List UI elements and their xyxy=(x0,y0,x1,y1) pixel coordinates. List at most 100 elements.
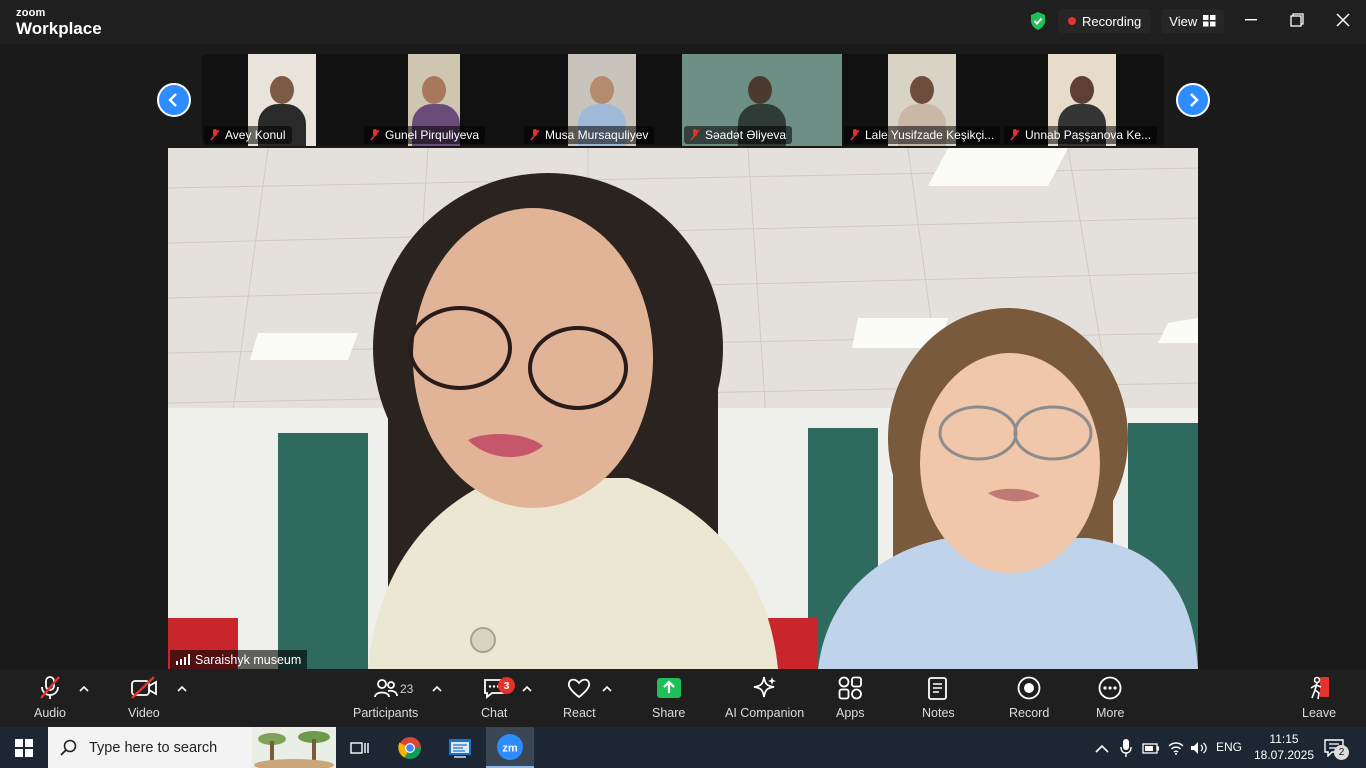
muted-mic-icon xyxy=(370,129,380,141)
participant-tile[interactable]: Musa Mursaquliyev xyxy=(522,54,682,146)
windows-logo-icon xyxy=(15,738,33,757)
more-icon xyxy=(1098,676,1122,700)
more-label: More xyxy=(1096,706,1125,720)
speaker-volume-icon xyxy=(1191,742,1207,754)
participant-tile[interactable]: Lale Yusifzade Keşikçi... xyxy=(842,54,1002,146)
audio-button[interactable]: Audio xyxy=(34,675,66,723)
heart-icon xyxy=(568,678,591,699)
wifi-icon xyxy=(1168,742,1184,755)
restore-button[interactable] xyxy=(1274,0,1320,40)
minimize-button[interactable] xyxy=(1228,0,1274,40)
input-language-indicator[interactable]: ENG xyxy=(1216,740,1242,754)
minimize-icon xyxy=(1245,19,1257,21)
react-label: React xyxy=(563,706,596,720)
notes-label: Notes xyxy=(922,706,955,720)
muted-mic-icon xyxy=(850,129,860,141)
muted-mic-icon xyxy=(690,129,700,141)
chrome-taskbar-button[interactable] xyxy=(386,727,434,768)
view-button[interactable]: View xyxy=(1161,9,1225,33)
close-button[interactable] xyxy=(1320,0,1366,40)
gallery-next-button[interactable] xyxy=(1176,83,1210,117)
battery-icon xyxy=(1142,743,1159,754)
restore-icon xyxy=(1290,13,1304,27)
app-taskbar-button[interactable] xyxy=(436,727,484,768)
taskbar-clock[interactable]: 11:15 18.07.2025 xyxy=(1252,731,1316,763)
volume-tray-icon[interactable] xyxy=(1190,739,1208,757)
chat-unread-badge: 3 xyxy=(498,677,515,694)
leave-button[interactable]: Leave xyxy=(1302,675,1336,723)
participant-tile[interactable]: Gunel Pirquliyeva xyxy=(362,54,522,146)
title-bar: zoom Workplace Recording View xyxy=(0,0,1366,44)
record-icon xyxy=(1017,676,1041,700)
close-icon xyxy=(1336,13,1350,27)
apps-icon xyxy=(838,676,863,700)
sparkle-icon xyxy=(753,676,776,698)
clock-time: 11:15 xyxy=(1269,732,1299,746)
search-highlight-illustration xyxy=(252,727,336,768)
share-label: Share xyxy=(652,706,686,720)
meeting-toolbar: Audio Video Participants Chat React Shar… xyxy=(0,669,1366,727)
participant-name: Unnab Paşşanova Ke... xyxy=(1025,128,1152,142)
video-frame xyxy=(168,148,1198,669)
audio-options-caret-icon[interactable] xyxy=(79,685,89,693)
speaker-name-label: Saraishyk museum xyxy=(170,650,308,669)
video-button[interactable]: Video xyxy=(128,675,160,723)
apps-label: Apps xyxy=(836,706,865,720)
participants-count: 23 xyxy=(400,682,414,696)
notification-count-badge: 2 xyxy=(1334,745,1349,760)
video-options-caret-icon[interactable] xyxy=(177,685,187,693)
participants-options-caret-icon[interactable] xyxy=(432,685,442,693)
microphone-tray-icon[interactable] xyxy=(1118,739,1134,757)
apps-button[interactable]: Apps xyxy=(836,675,865,723)
task-view-button[interactable] xyxy=(336,727,384,768)
brand-name: Workplace xyxy=(16,19,102,38)
encryption-shield-icon[interactable] xyxy=(1028,10,1048,32)
participant-name: Lale Yusifzade Keşikçi... xyxy=(865,128,995,142)
svg-text:zm: zm xyxy=(502,742,518,754)
search-icon xyxy=(60,739,77,756)
taskbar-search-box[interactable]: Type here to search xyxy=(48,727,336,768)
muted-mic-icon xyxy=(1010,129,1020,141)
participant-tile[interactable]: Avey Konul xyxy=(202,54,362,146)
muted-mic-icon xyxy=(530,129,540,141)
participant-tile[interactable]: Unnab Paşşanova Ke... xyxy=(1002,54,1162,146)
show-hidden-icons-button[interactable] xyxy=(1094,739,1110,757)
brand-small: zoom xyxy=(16,7,46,19)
network-tray-icon[interactable] xyxy=(1167,739,1185,757)
video-label: Video xyxy=(128,706,160,720)
signal-strength-icon xyxy=(176,654,190,665)
participant-tile[interactable]: Səadət Əliyeva xyxy=(682,54,842,146)
participant-name: Avey Konul xyxy=(225,128,286,142)
chevron-up-icon xyxy=(1095,744,1109,753)
participant-name: Səadət Əliyeva xyxy=(705,128,787,142)
task-view-icon xyxy=(350,741,369,754)
start-button[interactable] xyxy=(0,727,48,768)
battery-tray-icon[interactable] xyxy=(1142,739,1160,757)
more-button[interactable]: More xyxy=(1096,675,1124,723)
recording-indicator[interactable]: Recording xyxy=(1058,9,1152,33)
muted-mic-icon xyxy=(210,129,220,141)
share-button[interactable]: Share xyxy=(652,675,685,723)
active-speaker-video[interactable] xyxy=(168,148,1198,669)
chat-options-caret-icon[interactable] xyxy=(522,685,532,693)
record-label: Record xyxy=(1009,706,1050,720)
react-button[interactable]: React xyxy=(563,675,596,723)
windows-taskbar: Type here to search zm ENG 11:15 18.07.2… xyxy=(0,727,1366,768)
zoom-taskbar-button[interactable]: zm xyxy=(486,727,534,768)
ai-companion-label: AI Companion xyxy=(725,706,805,720)
notes-button[interactable]: Notes xyxy=(922,675,955,723)
muted-mic-icon xyxy=(40,676,60,699)
view-label: View xyxy=(1169,13,1198,29)
recording-dot-icon xyxy=(1068,17,1076,25)
participants-label: Participants xyxy=(353,706,419,720)
ai-companion-button[interactable]: AI Companion xyxy=(725,675,804,723)
microphone-icon xyxy=(1120,739,1132,757)
participant-gallery: Avey Konul Gunel Pirquliyeva Musa Mursaq… xyxy=(202,54,1164,146)
chevron-right-icon xyxy=(1190,93,1199,107)
chrome-icon xyxy=(398,736,421,759)
gallery-prev-button[interactable] xyxy=(157,83,191,117)
record-button[interactable]: Record xyxy=(1009,675,1049,723)
participants-icon xyxy=(373,679,398,698)
react-options-caret-icon[interactable] xyxy=(602,685,612,693)
participant-name: Gunel Pirquliyeva xyxy=(385,128,480,142)
